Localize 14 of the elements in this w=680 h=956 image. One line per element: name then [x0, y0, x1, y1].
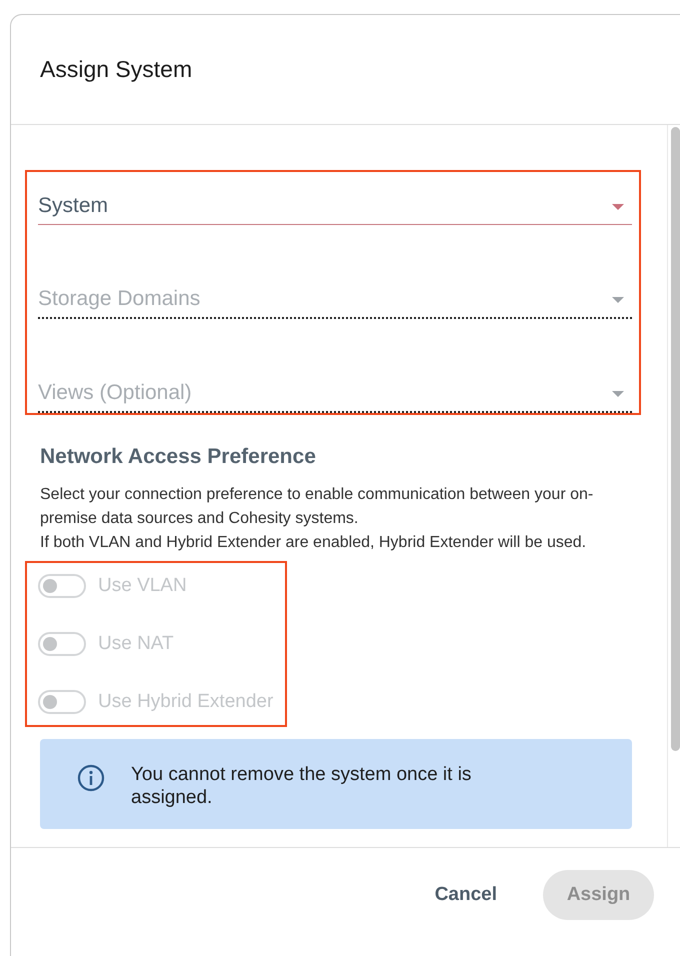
info-icon: [77, 764, 105, 792]
info-text: You cannot remove the system once it is assigned.: [131, 763, 472, 809]
caret-icon: [612, 297, 624, 303]
description-text: Select your connection preference to enable communication between your on-premise data sources and Cohesity systems.: [40, 485, 594, 529]
caret-icon: [612, 204, 624, 210]
description-text: If both VLAN and Hybrid Extender are enabled, Hybrid Extender will be used.: [40, 533, 588, 553]
dialog-title: Assign System: [40, 56, 192, 83]
toggle-label: Use VLAN: [98, 575, 187, 597]
select-field[interactable]: System: [38, 172, 632, 225]
section-heading: Network Access Preference: [40, 445, 317, 469]
toggle-label: Use NAT: [98, 633, 174, 655]
cancel-button[interactable]: Cancel: [434, 876, 497, 914]
caret-icon: [612, 391, 624, 397]
toggle-label: Use Hybrid Extender: [98, 691, 274, 713]
